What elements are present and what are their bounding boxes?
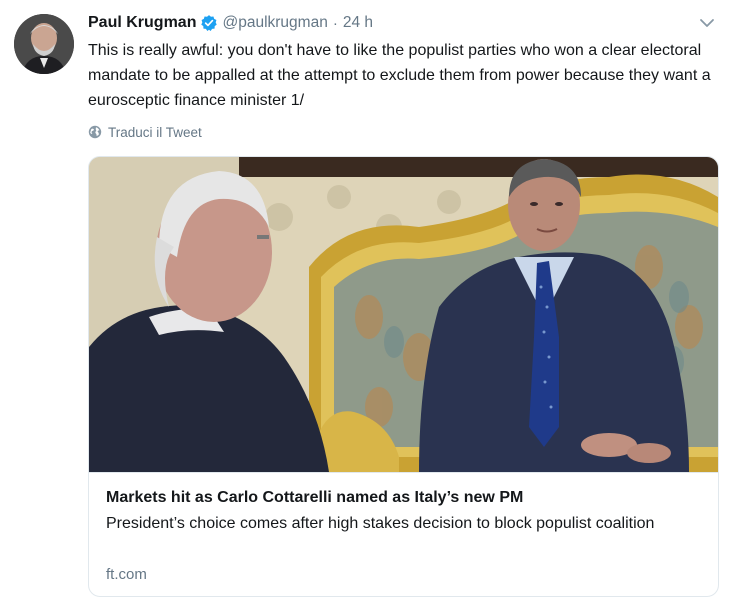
tweet-text: This is really awful: you don't have to … bbox=[88, 42, 711, 109]
author-name[interactable]: Paul Krugman bbox=[88, 14, 196, 32]
translate-tweet-link[interactable]: Traduci il Tweet bbox=[88, 123, 202, 141]
verified-badge-icon bbox=[200, 14, 218, 32]
tweet[interactable]: Paul Krugman @paulkrugman · 24 h This is… bbox=[0, 0, 733, 609]
card-title[interactable]: Markets hit as Carlo Cottarelli named as… bbox=[106, 487, 706, 509]
card-image[interactable] bbox=[89, 157, 718, 472]
card-description: President’s choice comes after high stak… bbox=[106, 515, 655, 532]
separator-dot: · bbox=[332, 14, 338, 32]
translate-label: Traduci il Tweet bbox=[108, 124, 202, 140]
author-handle[interactable]: @paulkrugman bbox=[222, 14, 327, 32]
avatar[interactable] bbox=[14, 14, 74, 74]
tweet-header: Paul Krugman @paulkrugman · 24 h bbox=[88, 12, 373, 34]
chevron-down-icon[interactable] bbox=[698, 16, 716, 30]
globe-icon bbox=[88, 125, 102, 139]
card-body[interactable]: Markets hit as Carlo Cottarelli named as… bbox=[89, 472, 718, 596]
link-card[interactable]: Markets hit as Carlo Cottarelli named as… bbox=[88, 156, 719, 597]
tweet-timestamp[interactable]: 24 h bbox=[343, 14, 373, 32]
card-domain: ft.com bbox=[106, 566, 147, 583]
